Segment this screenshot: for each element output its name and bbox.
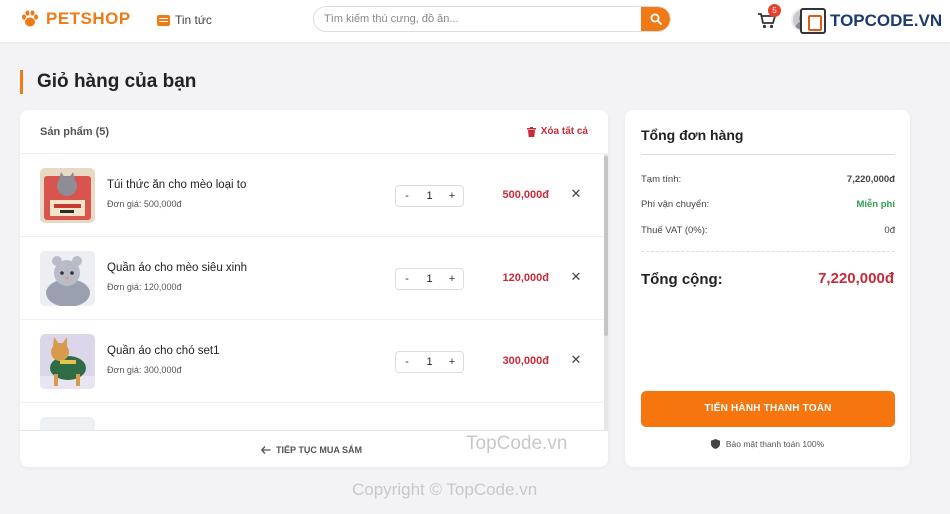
trash-icon [526, 126, 536, 137]
quantity-stepper: - 1 + [395, 268, 464, 290]
increase-button[interactable]: + [447, 273, 457, 285]
line-total: 120,000đ [502, 272, 549, 284]
top-header: PETSHOP Tin tức 5 TOPCODE.VN [0, 0, 950, 42]
decrease-button[interactable]: - [402, 273, 412, 285]
search-icon [650, 13, 662, 25]
page-title: Giỏ hàng của bạn [20, 70, 196, 94]
product-name[interactable]: Túi thức ăn cho mèo loại to [107, 179, 246, 191]
shipping-row: Phí vận chuyển: Miễn phí [641, 199, 895, 210]
topcode-logo-icon [800, 8, 826, 34]
newspaper-icon [157, 14, 170, 26]
product-name[interactable]: Quần áo cho chó set1 [107, 345, 220, 357]
summary-divider [641, 154, 895, 155]
scrollbar[interactable] [604, 154, 608, 430]
quantity-value[interactable]: 1 [426, 190, 432, 202]
shipping-value: Miễn phí [856, 199, 895, 210]
shipping-label: Phí vận chuyển: [641, 199, 710, 210]
decrease-button[interactable]: - [402, 190, 412, 202]
total-label: Tổng cộng: [641, 271, 723, 288]
cart-products-header: Sản phẩm (5) Xóa tất cả [20, 110, 608, 154]
nav-news-link[interactable]: Tin tức [157, 13, 212, 27]
arrow-left-icon [261, 446, 271, 454]
cart-count-badge: 5 [768, 4, 781, 17]
logo[interactable]: PETSHOP [20, 9, 131, 29]
summary-dashed-divider [641, 251, 895, 252]
quantity-value[interactable]: 1 [426, 356, 432, 368]
product-unit-price: Đơn giá: 120,000đ [107, 282, 182, 292]
cart-products-card: Sản phẩm (5) Xóa tất cả Túi thức ăn cho … [20, 110, 608, 467]
nav-news-label: Tin tức [175, 13, 212, 27]
quantity-stepper: - 1 + [395, 351, 464, 373]
cart-item: Quần áo cho chó set1 Đơn giá: 300,000đ -… [20, 320, 605, 403]
decrease-button[interactable]: - [402, 356, 412, 368]
search-button[interactable] [641, 7, 670, 31]
secure-payment-note: Bảo mật thanh toán 100% [625, 439, 910, 449]
product-unit-price: Đơn giá: 300,000đ [107, 365, 182, 375]
product-count: Sản phẩm (5) [40, 126, 110, 138]
topcode-watermark-text: TOPCODE.VN [830, 11, 943, 30]
shield-icon [710, 439, 720, 449]
center-watermark: TopCode.vn [466, 433, 568, 454]
cart-item: Quần áo cho mèo siêu xinh Đơn giá: 120,0… [20, 237, 605, 320]
paw-icon [22, 10, 38, 27]
line-total: 300,000đ [502, 355, 549, 367]
checkout-button[interactable]: TIẾN HÀNH THANH TOÁN [641, 391, 895, 427]
increase-button[interactable]: + [447, 190, 457, 202]
remove-item-button[interactable]: ✕ [569, 353, 583, 367]
product-image [40, 334, 95, 389]
search-bar [313, 6, 671, 32]
clear-all-label: Xóa tất cả [540, 126, 588, 137]
remove-item-button[interactable]: ✕ [569, 270, 583, 284]
order-summary-card: Tổng đơn hàng Tạm tính: 7,220,000đ Phí v… [625, 110, 910, 467]
summary-title: Tổng đơn hàng [641, 127, 744, 143]
clear-all-button[interactable]: Xóa tất cả [526, 126, 588, 137]
continue-shopping-link[interactable]: TIẾP TỤC MUA SẮM [261, 445, 362, 455]
quantity-stepper: - 1 + [395, 185, 464, 207]
subtotal-row: Tạm tính: 7,220,000đ [641, 174, 895, 185]
total-value: 7,220,000đ [818, 270, 894, 287]
vat-row: Thuế VAT (0%): 0đ [641, 225, 895, 236]
increase-button[interactable]: + [447, 356, 457, 368]
product-image [40, 168, 95, 223]
footer-watermark: Copyright © TopCode.vn [352, 480, 538, 499]
quantity-value[interactable]: 1 [426, 273, 432, 285]
remove-item-button[interactable]: ✕ [569, 187, 583, 201]
vat-value: 0đ [884, 225, 895, 236]
scrollbar-thumb[interactable] [604, 156, 608, 336]
subtotal-value: 7,220,000đ [846, 174, 895, 185]
search-input[interactable] [314, 7, 642, 31]
logo-text: PETSHOP [46, 9, 131, 28]
product-name[interactable]: Quần áo cho mèo siêu xinh [107, 262, 247, 274]
product-image [40, 251, 95, 306]
product-unit-price: Đơn giá: 500,000đ [107, 199, 182, 209]
topcode-watermark: TOPCODE.VN [800, 8, 942, 34]
cart-item: Túi thức ăn cho mèo loại to Đơn giá: 500… [20, 154, 605, 237]
secure-payment-label: Bảo mật thanh toán 100% [725, 439, 825, 449]
subtotal-label: Tạm tính: [641, 174, 682, 185]
continue-shopping-label: TIẾP TỤC MUA SẮM [276, 445, 363, 455]
vat-label: Thuế VAT (0%): [641, 225, 708, 236]
line-total: 500,000đ [502, 189, 549, 201]
